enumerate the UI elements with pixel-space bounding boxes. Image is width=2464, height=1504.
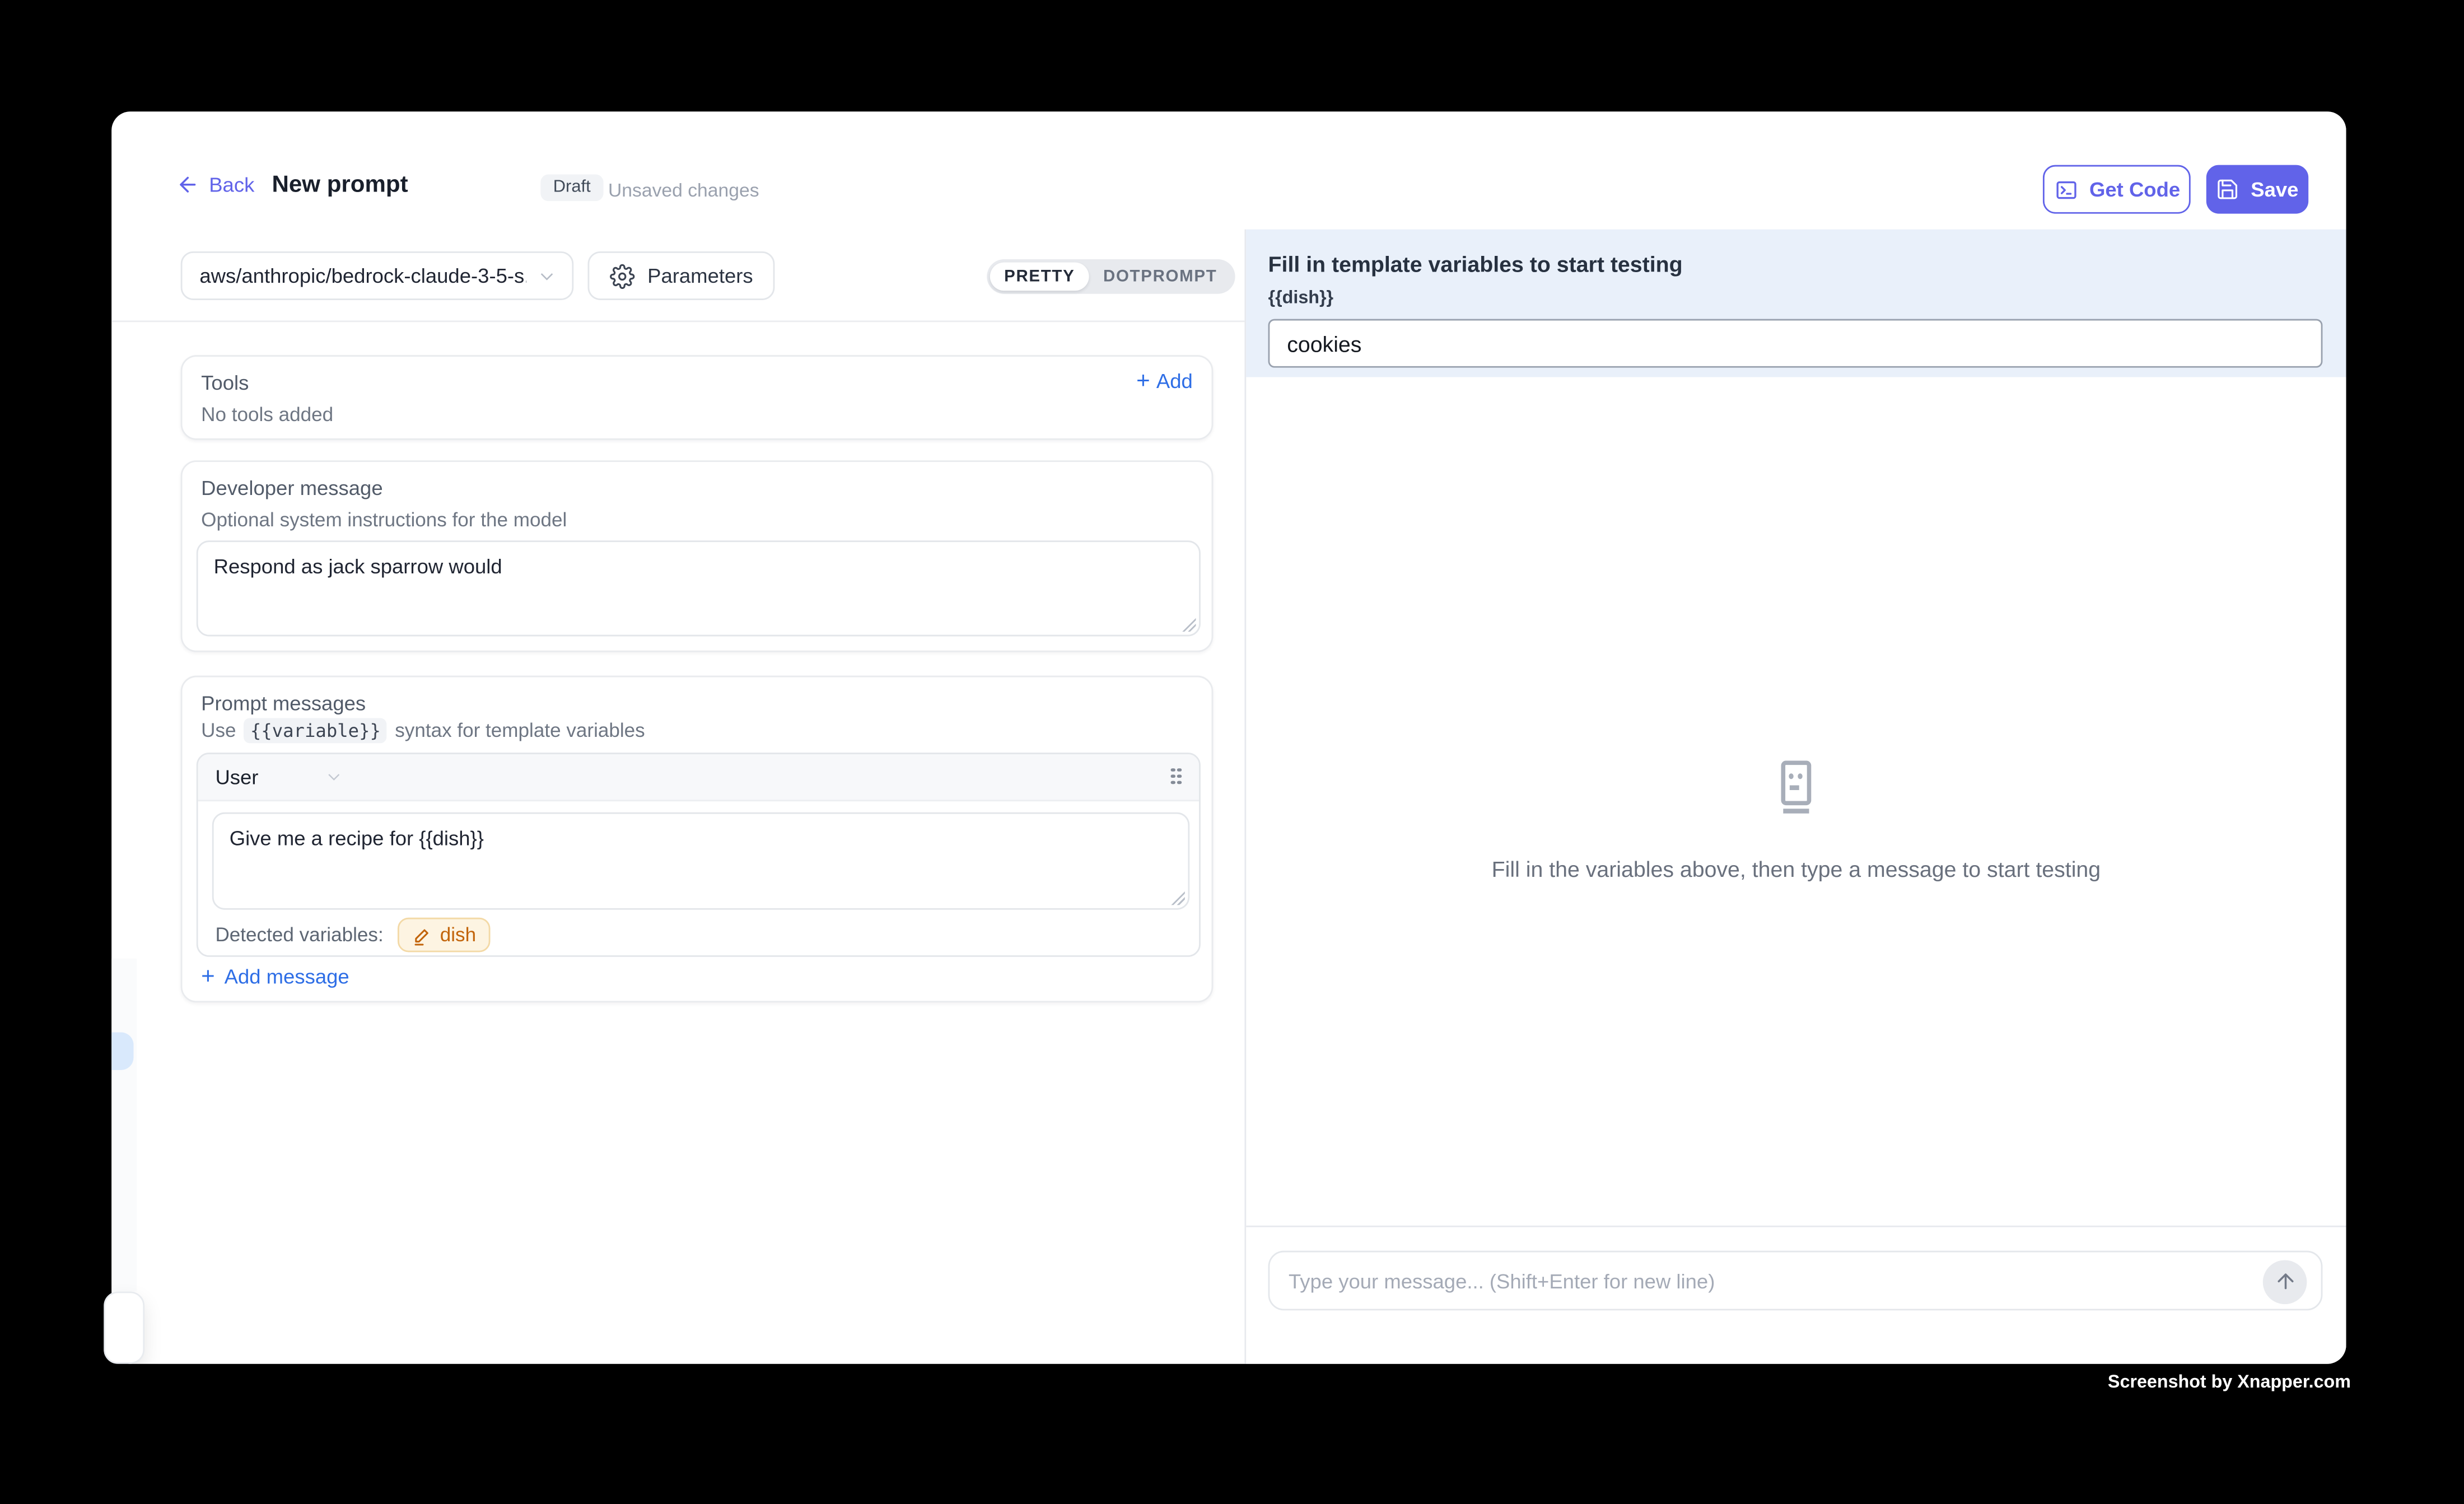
add-message-label: Add message [225,965,349,988]
save-button[interactable]: Save [2206,165,2308,214]
developer-message-field-wrap: Respond as jack sparrow would [197,540,1201,636]
save-label: Save [2251,178,2298,201]
parameters-button[interactable]: Parameters [587,251,774,300]
divider [111,320,1244,322]
parameters-label: Parameters [647,264,753,287]
chat-input-wrap [1268,1251,2323,1311]
gear-icon [610,263,635,288]
collapsed-sidebar-strip [111,959,137,1292]
chat-message-input[interactable] [1270,1252,2321,1309]
message-role-select[interactable]: User [215,765,258,789]
chat-input-bar [1246,1226,2346,1364]
toggle-option-pretty[interactable]: PRETTY [990,263,1089,291]
detected-variables-row: Detected variables: dish [215,918,490,952]
prompt-messages-title: Prompt messages [201,692,366,715]
variable-syntax-chip: {{variable}} [244,718,388,743]
message-header: User [198,754,1199,801]
arrow-left-icon [176,173,199,197]
app-window: Back New prompt Draft Unsaved changes Ge… [111,111,2346,1363]
get-code-label: Get Code [2089,178,2180,201]
model-selector-value: aws/anthropic/bedrock-claude-3-5-s... [199,264,526,287]
variable-dish-label: {{dish}} [1268,289,1334,308]
get-code-button[interactable]: Get Code [2043,165,2191,214]
robot-icon [1766,758,1826,818]
plus-icon: + [1136,369,1150,393]
tester-empty-text: Fill in the variables above, then type a… [1246,856,2346,881]
tester-empty-state: Fill in the variables above, then type a… [1246,758,2346,882]
unsaved-changes-text: Unsaved changes [608,179,759,201]
prompt-messages-card: Prompt messages Use {{variable}} syntax … [181,676,1214,1003]
message-content-wrap: Give me a recipe for {{dish}} [212,812,1189,910]
back-label: Back [209,173,254,197]
save-icon [2216,178,2240,201]
page-title: New prompt [272,171,408,198]
chevron-down-icon[interactable] [324,767,344,787]
add-tool-label: Add [1156,369,1193,393]
sidebar-active-item-artifact [111,1033,133,1070]
variable-dish-input[interactable] [1268,319,2323,368]
variable-badge-dish[interactable]: dish [398,918,490,952]
developer-message-card: Developer message Optional system instru… [181,460,1214,652]
plus-icon: + [201,965,215,988]
model-selector[interactable]: aws/anthropic/bedrock-claude-3-5-s... [181,251,574,300]
variable-name: dish [440,924,476,946]
hint-prefix: Use [201,720,236,741]
watermark-text: Screenshot by Xnapper.com [2108,1374,2351,1393]
message-block: User Give me a recipe for {{dish}} Detec… [197,753,1201,957]
developer-message-title: Developer message [201,476,382,499]
developer-message-input[interactable]: Respond as jack sparrow would [197,540,1201,636]
template-variables-section: Fill in template variables to start test… [1246,230,2346,377]
detected-variables-label: Detected variables: [215,924,383,946]
chevron-down-icon [536,265,558,287]
arrow-up-icon [2273,1269,2297,1293]
tools-title: Tools [201,371,249,394]
tools-card: Tools + Add No tools added [181,355,1214,440]
status-badge: Draft [540,174,603,201]
format-toggle: PRETTY DOTPROMPT [987,259,1234,294]
toggle-option-dotprompt[interactable]: DOTPROMPT [1089,263,1231,291]
send-button[interactable] [2263,1259,2307,1304]
prompt-editor-panel: aws/anthropic/bedrock-claude-3-5-s... Pa… [111,230,1244,1364]
header: Back New prompt Draft Unsaved changes Ge… [111,111,2346,229]
edge-popover-artifact [104,1292,144,1364]
hint-suffix: syntax for template variables [395,720,645,741]
edit-pencil-icon [412,924,432,945]
screenshot-canvas: Back New prompt Draft Unsaved changes Ge… [0,0,2464,1504]
add-message-button[interactable]: + Add message [201,965,349,988]
terminal-icon [2053,177,2078,202]
tools-empty-text: No tools added [201,404,333,426]
test-panel: Fill in template variables to start test… [1244,230,2346,1364]
message-content-input[interactable]: Give me a recipe for {{dish}} [212,812,1189,910]
prompt-messages-hint: Use {{variable}} syntax for template var… [201,718,645,743]
drag-handle-icon[interactable] [1171,768,1183,787]
developer-message-subtitle: Optional system instructions for the mod… [201,509,567,531]
back-button[interactable]: Back [176,173,254,197]
add-tool-button[interactable]: + Add [1136,369,1193,393]
template-variables-title: Fill in template variables to start test… [1268,251,1683,277]
